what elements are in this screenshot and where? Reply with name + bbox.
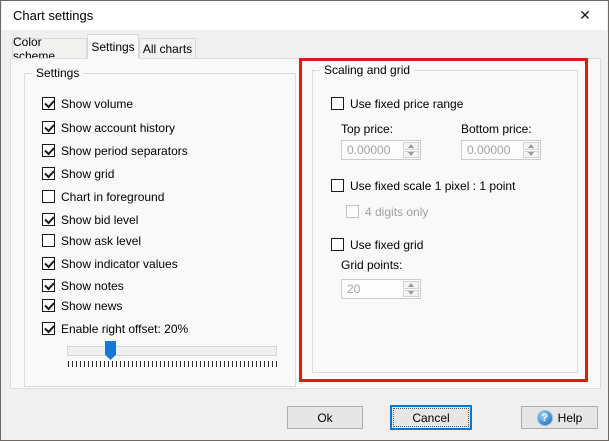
ok-button[interactable]: Ok	[287, 406, 363, 429]
arrow-down-icon	[528, 152, 534, 156]
tab-label: All charts	[143, 42, 192, 56]
right-offset-slider-track[interactable]	[67, 346, 277, 356]
ok-button-label: Ok	[317, 411, 332, 425]
arrow-down-icon	[408, 152, 414, 156]
top-price-input[interactable]: 0.00000	[341, 140, 421, 160]
checkbox-icon	[346, 205, 359, 218]
checkbox-use-fixed-grid[interactable]: Use fixed grid	[331, 237, 423, 252]
checkbox-label: Use fixed scale 1 pixel : 1 point	[350, 179, 515, 193]
cancel-button[interactable]: Cancel	[390, 405, 472, 430]
bottom-price-label: Bottom price:	[461, 122, 532, 136]
top-price-label: Top price:	[341, 122, 393, 136]
arrow-up-icon	[408, 283, 414, 287]
checkbox-label: 4 digits only	[365, 205, 428, 219]
bottom-price-input[interactable]: 0.00000	[461, 140, 541, 160]
spin-up-button[interactable]	[403, 281, 419, 289]
bottom-price-spinner[interactable]	[523, 142, 539, 158]
checkbox-show-account-history[interactable]: Show account history	[42, 120, 175, 135]
checkbox-label: Show indicator values	[61, 257, 178, 271]
checkbox-label: Use fixed grid	[350, 238, 423, 252]
scaling-group-title: Scaling and grid	[320, 63, 414, 77]
title-bar: Chart settings ✕	[2, 1, 607, 30]
cancel-button-label: Cancel	[412, 411, 449, 425]
settings-tab-panel: Settings Show volume Show account histor…	[10, 58, 601, 389]
checkbox-icon[interactable]	[42, 279, 55, 292]
checkbox-show-indicator-values[interactable]: Show indicator values	[42, 256, 178, 271]
checkbox-label: Show grid	[61, 167, 114, 181]
checkbox-icon[interactable]	[42, 121, 55, 134]
checkbox-show-news[interactable]: Show news	[42, 298, 122, 313]
checkbox-4-digits-only: 4 digits only	[346, 204, 428, 219]
grid-points-input[interactable]: 20	[341, 279, 421, 299]
checkbox-label: Show news	[61, 299, 122, 313]
checkbox-use-fixed-scale[interactable]: Use fixed scale 1 pixel : 1 point	[331, 178, 515, 193]
checkbox-label: Show account history	[61, 121, 175, 135]
checkbox-label: Show bid level	[61, 213, 138, 227]
tab-color-scheme[interactable]: Color scheme	[12, 38, 87, 59]
grid-points-spinner[interactable]	[403, 281, 419, 297]
help-question-icon: ?	[537, 410, 553, 426]
checkbox-label: Chart in foreground	[61, 190, 164, 204]
checkbox-icon[interactable]	[42, 213, 55, 226]
checkbox-icon[interactable]	[42, 322, 55, 335]
checkbox-show-notes[interactable]: Show notes	[42, 278, 124, 293]
dialog-title: Chart settings	[13, 8, 93, 23]
checkbox-show-grid[interactable]: Show grid	[42, 166, 114, 181]
checkbox-icon[interactable]	[42, 97, 55, 110]
checkbox-label: Enable right offset: 20%	[61, 322, 188, 336]
checkbox-icon[interactable]	[42, 257, 55, 270]
close-icon[interactable]: ✕	[573, 5, 597, 26]
checkbox-use-fixed-price-range[interactable]: Use fixed price range	[331, 96, 463, 111]
arrow-up-icon	[528, 144, 534, 148]
checkbox-icon[interactable]	[42, 299, 55, 312]
spin-down-button[interactable]	[403, 151, 419, 159]
arrow-down-icon	[408, 291, 414, 295]
checkbox-icon[interactable]	[42, 234, 55, 247]
checkbox-icon[interactable]	[42, 167, 55, 180]
slider-tick-marks	[68, 361, 280, 367]
checkbox-label: Show ask level	[61, 234, 141, 248]
tab-label: Settings	[91, 40, 134, 54]
spin-up-button[interactable]	[403, 142, 419, 150]
settings-group-title: Settings	[32, 66, 83, 80]
scaling-groupbox: Scaling and grid	[312, 70, 578, 373]
help-button[interactable]: ? Help	[521, 406, 598, 429]
checkbox-show-ask-level[interactable]: Show ask level	[42, 233, 141, 248]
tab-settings[interactable]: Settings	[87, 34, 139, 59]
checkbox-label: Show notes	[61, 279, 124, 293]
checkbox-enable-right-offset[interactable]: Enable right offset: 20%	[42, 321, 188, 336]
checkbox-icon[interactable]	[42, 190, 55, 203]
checkbox-chart-in-foreground[interactable]: Chart in foreground	[42, 189, 164, 204]
spin-up-button[interactable]	[523, 142, 539, 150]
grid-points-value: 20	[347, 282, 360, 296]
grid-points-label: Grid points:	[341, 258, 402, 272]
checkbox-show-volume[interactable]: Show volume	[42, 96, 133, 111]
checkbox-label: Use fixed price range	[350, 97, 463, 111]
checkbox-icon[interactable]	[331, 179, 344, 192]
checkbox-show-bid-level[interactable]: Show bid level	[42, 212, 138, 227]
checkbox-icon[interactable]	[331, 97, 344, 110]
checkbox-label: Show period separators	[61, 144, 188, 158]
checkbox-icon[interactable]	[42, 144, 55, 157]
spin-down-button[interactable]	[403, 290, 419, 298]
bottom-price-value: 0.00000	[467, 143, 510, 157]
spin-down-button[interactable]	[523, 151, 539, 159]
arrow-up-icon	[408, 144, 414, 148]
top-price-value: 0.00000	[347, 143, 390, 157]
checkbox-label: Show volume	[61, 97, 133, 111]
top-price-spinner[interactable]	[403, 142, 419, 158]
chart-settings-dialog: Chart settings ✕ Color scheme Settings A…	[0, 0, 609, 441]
checkbox-show-period-separators[interactable]: Show period separators	[42, 143, 188, 158]
tab-all-charts[interactable]: All charts	[139, 38, 196, 59]
checkbox-icon[interactable]	[331, 238, 344, 251]
help-button-label: Help	[558, 411, 583, 425]
